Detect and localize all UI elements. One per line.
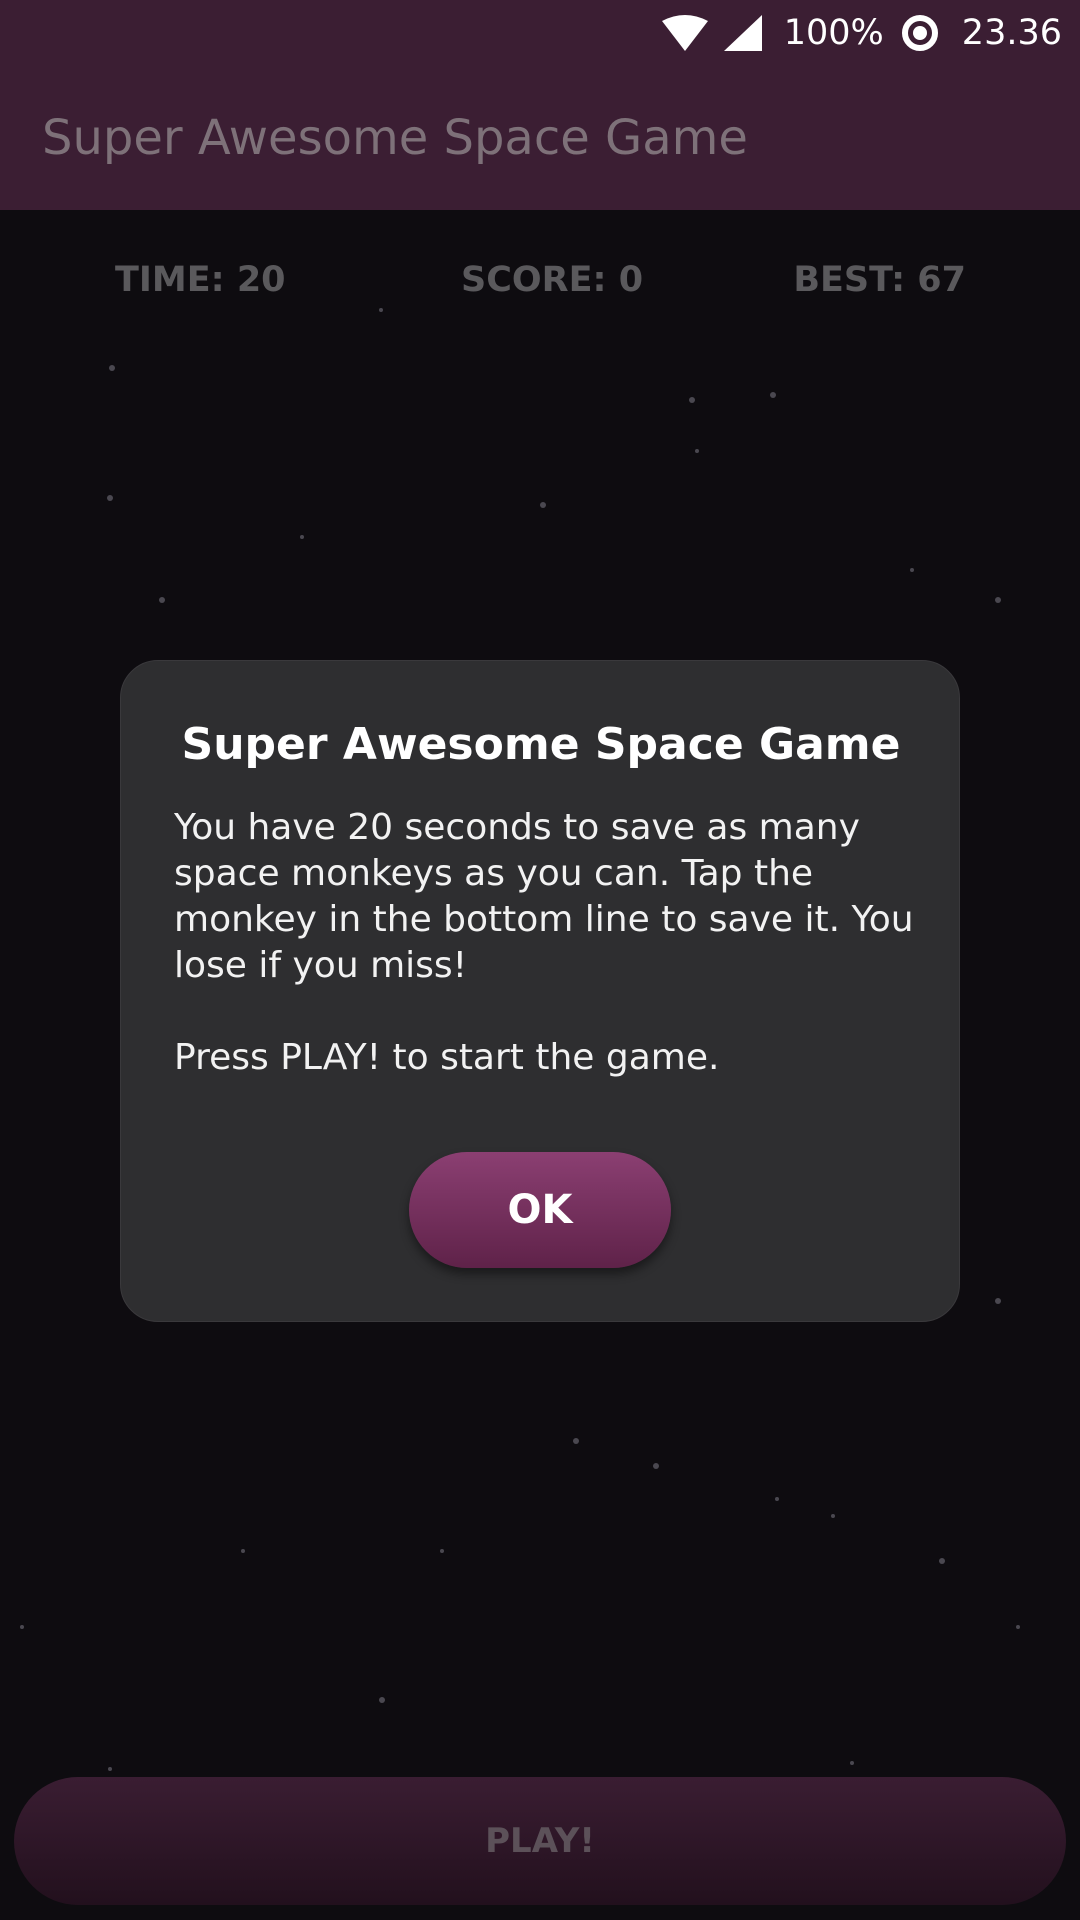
data-saver-icon (900, 13, 940, 53)
score-counter: SCORE: 0 (461, 260, 644, 300)
app-title: Super Awesome Space Game (42, 110, 748, 166)
instructions-text: You have 20 seconds to save as many spac… (174, 807, 914, 986)
best-score: BEST: 67 (793, 260, 966, 300)
status-bar: 100% 23.36 (0, 0, 1080, 66)
stats-row: TIME: 20 SCORE: 0 BEST: 67 (0, 260, 1080, 320)
ok-button[interactable]: OK (409, 1152, 671, 1268)
dialog-title: Super Awesome Space Game (181, 719, 901, 770)
app-bar: Super Awesome Space Game (0, 66, 1080, 210)
play-button[interactable]: PLAY! (14, 1777, 1066, 1905)
battery-level: 100% (783, 13, 884, 53)
cell-signal-icon (723, 15, 762, 51)
wifi-icon (661, 15, 708, 51)
game-screen: 100% 23.36 Super Awesome Space Game TIME… (0, 0, 1080, 1920)
dialog-message: You have 20 seconds to save as many spac… (174, 805, 914, 1081)
time-counter: TIME: 20 (115, 260, 286, 300)
clock: 23.36 (961, 13, 1062, 53)
instructions-dialog: Super Awesome Space Game You have 20 sec… (120, 660, 960, 1322)
start-hint-text: Press PLAY! to start the game. (174, 1037, 720, 1078)
